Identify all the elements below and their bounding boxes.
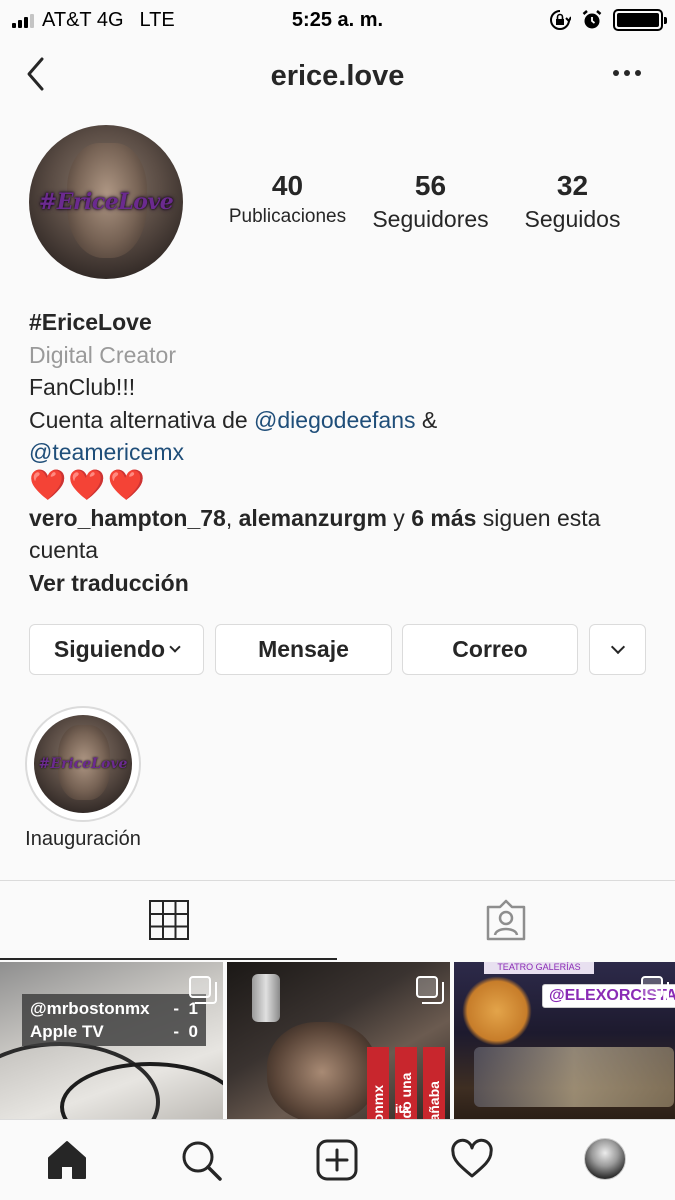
stat-posts-count: 40 <box>271 170 304 201</box>
see-translation-link[interactable]: Ver traducción <box>29 567 649 600</box>
stat-followers-count: 56 <box>414 170 447 201</box>
watch-shape <box>252 974 280 1022</box>
grid-icon <box>148 899 189 940</box>
stat-followers[interactable]: 56 Seguidores <box>363 170 498 233</box>
tab-grid[interactable] <box>0 881 337 960</box>
posts-grid: @mrbostonmx - 1 Apple TV - 0 tonmx ndo una… <box>0 962 675 1120</box>
face-shape <box>267 1022 377 1120</box>
signal-bars-icon <box>12 12 34 28</box>
clapping-hands-icon <box>462 976 532 1046</box>
avatar-overlay-text: #EriceLove <box>38 189 174 215</box>
carousel-icon <box>416 976 444 1004</box>
post-small-text: ita <box>395 1102 410 1116</box>
tagged-icon <box>486 899 525 940</box>
status-bar: AT&T 4G LTE 5:25 a. m. <box>0 0 675 40</box>
stat-following[interactable]: 32 Seguidos <box>505 170 640 233</box>
post-thumbnail[interactable]: tonmx ndo una rañaba ita <box>227 962 450 1120</box>
highlight-cover-image: #EriceLove <box>34 715 132 813</box>
mention-link-diegodeefans[interactable]: @diegodeefans <box>254 407 415 433</box>
stat-posts[interactable]: 40 Publicaciones <box>215 170 360 228</box>
scoreboard-overlay: @mrbostonmx - 1 Apple TV - 0 <box>22 994 206 1046</box>
profile-tabs <box>0 880 675 960</box>
post-thumbnail[interactable]: @mrbostonmx - 1 Apple TV - 0 <box>0 962 223 1120</box>
highlight-label[interactable]: Inauguración <box>0 828 166 851</box>
message-button-label: Mensaje <box>258 636 349 662</box>
profile-category: Digital Creator <box>29 341 176 368</box>
bio-line-alt-account: Cuenta alternativa de @diegodeefans & <box>29 404 649 437</box>
story-highlight[interactable]: #EriceLove <box>25 706 141 822</box>
stat-posts-label: Publicaciones <box>228 206 347 227</box>
activity-heart-icon[interactable] <box>450 1138 494 1182</box>
stage-scene <box>474 1047 674 1107</box>
profile-bio: #EriceLove Digital Creator FanClub!!! Cu… <box>29 306 649 599</box>
search-icon[interactable] <box>179 1138 223 1182</box>
status-right <box>549 9 667 31</box>
carousel-icon <box>641 976 669 1004</box>
carousel-icon <box>189 976 217 1004</box>
suggested-accounts-button[interactable] <box>589 624 646 675</box>
post-vertical-text: rañaba <box>423 1047 445 1120</box>
status-left: AT&T 4G LTE <box>12 9 175 32</box>
following-button-label: Siguiendo <box>53 636 166 662</box>
message-button[interactable]: Mensaje <box>215 624 392 675</box>
top-header: erice.love <box>0 40 675 110</box>
ellipsis-icon[interactable] <box>613 70 641 76</box>
orientation-lock-icon <box>550 10 571 30</box>
bio-alt-suffix: & <box>415 406 438 433</box>
post-vertical-text: tonmx <box>367 1047 389 1120</box>
highlight-cover-text: #EriceLove <box>38 756 128 772</box>
profile-username-title: erice.love <box>270 60 405 92</box>
network-label: LTE <box>139 8 175 31</box>
followed-by-text[interactable]: vero_hampton_78, alemanzurgm y 6 más sig… <box>29 502 649 567</box>
carrier-label: AT&T 4G <box>42 8 124 31</box>
bottom-navigation <box>0 1119 675 1200</box>
post-thumbnail[interactable]: TEATRO GALERÍAS @ELEXORCISTA <box>454 962 675 1120</box>
post-top-banner: TEATRO GALERÍAS <box>484 962 594 974</box>
battery-icon <box>613 9 667 31</box>
following-button[interactable]: Siguiendo <box>29 624 204 675</box>
bio-line-fanclub: FanClub!!! <box>29 374 136 400</box>
bio-alt-prefix: Cuenta alternativa de <box>29 406 255 433</box>
followed-by-more: 6 más <box>411 504 477 531</box>
alarm-icon <box>582 10 602 29</box>
stat-followers-label: Seguidores <box>372 206 489 232</box>
profile-display-name: #EriceLove <box>29 309 152 335</box>
followed-by-user1: vero_hampton_78 <box>29 504 226 531</box>
home-icon[interactable] <box>45 1138 89 1182</box>
profile-avatar-icon <box>584 1138 626 1180</box>
hearts-emoji: ❤️❤️❤️ <box>29 468 148 502</box>
chevron-down-icon <box>169 641 181 653</box>
followed-by-user2: alemanzurgm <box>238 504 387 531</box>
chevron-down-icon <box>610 639 625 655</box>
new-post-icon[interactable] <box>315 1138 359 1182</box>
profile-avatar[interactable]: #EriceLove <box>29 125 183 279</box>
stat-following-count: 32 <box>556 170 589 201</box>
email-button-label: Correo <box>452 636 528 662</box>
mention-link-teamericemx[interactable]: @teamericemx <box>29 436 649 469</box>
profile-tab[interactable] <box>584 1138 628 1182</box>
email-button[interactable]: Correo <box>402 624 578 675</box>
stat-following-label: Seguidos <box>524 206 621 232</box>
tab-tagged[interactable] <box>337 881 674 960</box>
